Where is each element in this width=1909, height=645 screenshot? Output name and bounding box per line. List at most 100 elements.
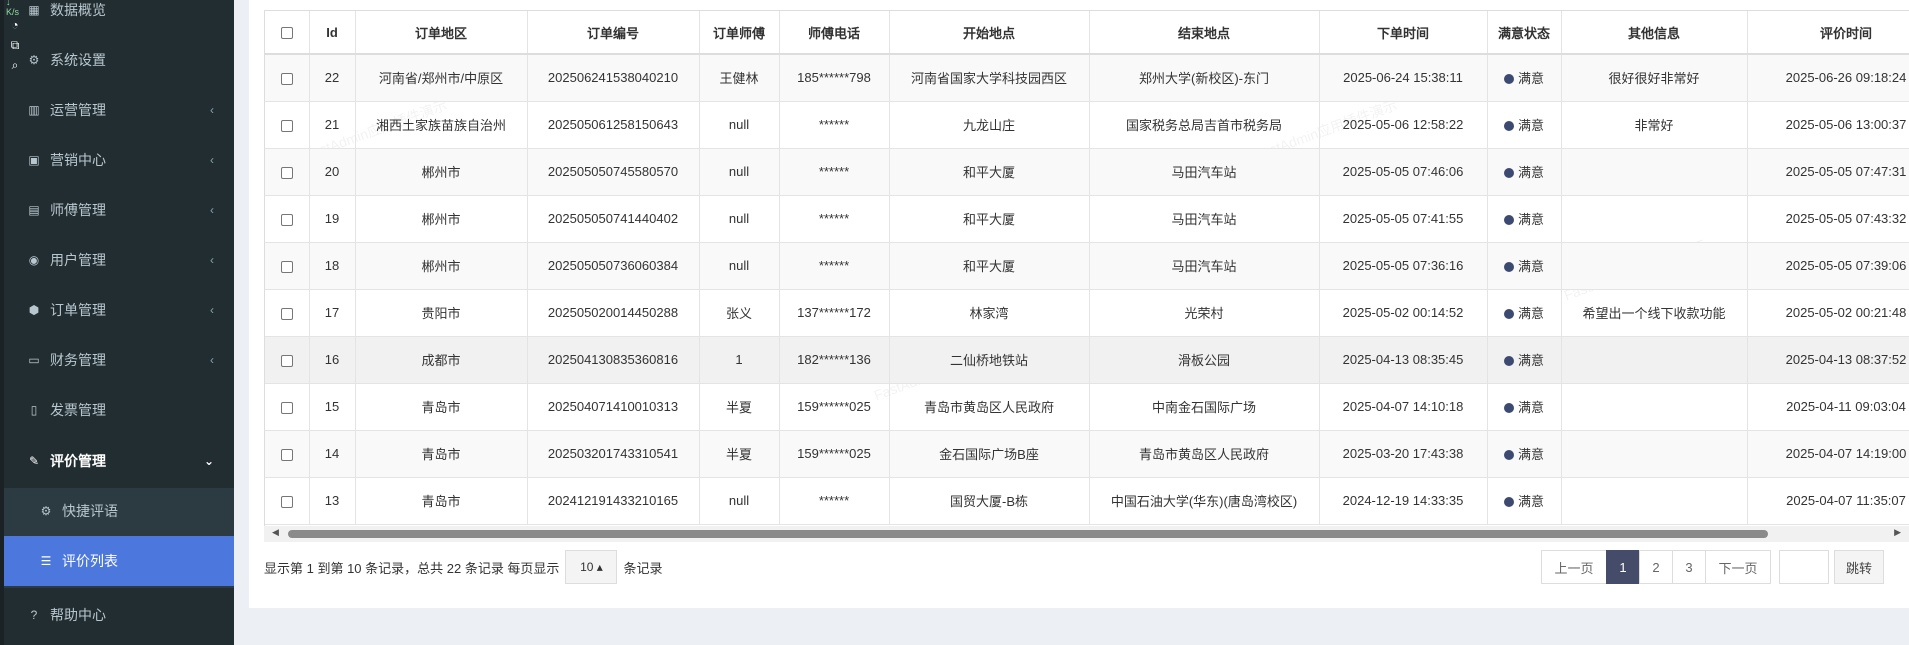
row-checkbox[interactable] [280, 72, 293, 85]
cell-end: 郑州大学(新校区)-东门 [1089, 54, 1320, 102]
cell-text: 郴州市 [421, 212, 461, 227]
prev-page-button[interactable]: 上一页 [1541, 550, 1607, 584]
column-header[interactable]: 下单时间 [1319, 11, 1488, 55]
table-row[interactable]: 16 成都市 202504130835360816 1 182******136 二仙桥地… [265, 336, 1909, 384]
calendar-icon: ▣ [28, 153, 40, 167]
row-checkbox[interactable] [280, 448, 293, 461]
sidebar-item-help[interactable]: ? 帮助中心 [4, 590, 234, 640]
sidebar-item-quick-comments[interactable]: ⚙ 快捷评语 [4, 486, 234, 536]
sidebar-item-finance[interactable]: ▭ 财务管理 ‹ [4, 335, 234, 385]
column-header[interactable]: 满意状态 [1487, 11, 1562, 55]
cell-text: 159******025 [797, 399, 871, 414]
page-size-select[interactable]: 10 ▴ [565, 550, 618, 584]
row-select-cell [265, 383, 310, 431]
cell-region: 成都市 [355, 336, 528, 384]
cell-master: null [699, 477, 780, 525]
cell-master: null [699, 101, 780, 149]
chevron-left-icon: ‹ [210, 253, 214, 267]
cell-text: 和平大厦 [962, 259, 1015, 274]
cell-end: 中国石油大学(华东)(唐岛湾校区) [1089, 477, 1320, 525]
table-body: 22 河南省/郑州市/中原区 202506241538040210 王健林 185***… [265, 54, 1909, 525]
sidebar-item-users[interactable]: ◉ 用户管理 ‹ [4, 235, 234, 285]
row-checkbox[interactable] [280, 307, 293, 320]
cell-region: 郴州市 [355, 195, 528, 243]
cell-text: null [728, 117, 750, 132]
cell-status: 满意 [1487, 242, 1562, 290]
cell-text: 2025-04-11 09:03:04 [1786, 399, 1906, 414]
chevron-left-icon: ‹ [210, 103, 214, 117]
sidebar-item-marketing[interactable]: ▣ 营销中心 ‹ [4, 135, 234, 185]
cell-text: 滑板公园 [1177, 353, 1230, 368]
scroll-right-icon[interactable]: ▶ [1894, 527, 1901, 538]
list-icon: ☰ [40, 554, 52, 568]
table-row[interactable]: 21 湘西土家族苗族自治州 202505061258150643 null ******… [265, 101, 1909, 149]
column-header[interactable]: 师傅电话 [779, 11, 890, 55]
page-button-3[interactable]: 3 [1672, 550, 1706, 584]
cell-region: 青岛市 [355, 477, 528, 525]
row-checkbox[interactable] [280, 166, 293, 179]
cell-status: 满意 [1487, 54, 1562, 102]
jump-page-input[interactable] [1779, 550, 1829, 584]
table-row[interactable]: 22 河南省/郑州市/中原区 202506241538040210 王健林 185***… [265, 54, 1909, 102]
column-header[interactable]: 结束地点 [1089, 11, 1320, 55]
row-checkbox[interactable] [280, 260, 293, 273]
sidebar-item-system-settings[interactable]: ⚙ 系统设置 [4, 35, 234, 85]
cell-text: 林家湾 [969, 306, 1009, 321]
table-row[interactable]: 15 青岛市 202504071410010313 半夏 159******025 青岛市… [265, 383, 1909, 431]
crop-icon[interactable]: ⧉ [6, 36, 24, 54]
table-row[interactable]: 14 青岛市 202503201743310541 半夏 159******025 金石国… [265, 430, 1909, 478]
table-row[interactable]: 13 青岛市 202412191433210165 null ****** 国贸大厦-B栋… [265, 477, 1909, 525]
row-checkbox[interactable] [280, 119, 293, 132]
table-row[interactable]: 20 郴州市 202505050745580570 null ****** 和平大厦 马田汽… [265, 148, 1909, 196]
cell-phone: ****** [779, 148, 890, 196]
table-row[interactable]: 18 郴州市 202505050736060384 null ****** 和平大厦 马田汽… [265, 242, 1909, 290]
cell-text: 非常好 [1634, 118, 1674, 133]
sidebar-item-label: 财务管理 [50, 352, 106, 368]
sidebar-item-masters[interactable]: ▤ 师傅管理 ‹ [4, 185, 234, 235]
next-page-button[interactable]: 下一页 [1705, 550, 1771, 584]
cell-text: 2025-04-13 08:35:45 [1342, 352, 1464, 367]
sidebar-item-review-list[interactable]: ☰ 评价列表 [4, 536, 234, 586]
row-checkbox[interactable] [280, 401, 293, 414]
row-checkbox[interactable] [280, 495, 293, 508]
cell-text: null [728, 258, 750, 273]
row-checkbox[interactable] [280, 354, 293, 367]
table-row[interactable]: 17 贵阳市 202505020014450288 张义 137******172 林家湾… [265, 289, 1909, 337]
sidebar: ▦ 数据概览 ⚙ 系统设置 ▥ 运营管理 ‹ ▣ 营销中心 ‹ ▤ 师傅管理 ‹… [0, 0, 234, 645]
scrollbar-thumb[interactable] [288, 530, 1768, 538]
jump-button[interactable]: 跳转 [1834, 550, 1884, 584]
cell-order-time: 2025-03-20 17:43:38 [1319, 430, 1488, 478]
help-icon: ? [30, 608, 38, 622]
sidebar-item-invoices[interactable]: ▯ 发票管理 [4, 385, 234, 435]
search-icon[interactable]: ⌕ [6, 56, 24, 74]
sidebar-item-operations[interactable]: ▥ 运营管理 ‹ [4, 85, 234, 135]
column-header[interactable]: 评价时间 [1747, 11, 1909, 55]
cell-order-no: 202504130835360816 [527, 336, 700, 384]
select-all-cell [265, 11, 310, 55]
column-header[interactable]: 其他信息 [1561, 11, 1748, 55]
sidebar-item-orders[interactable]: ⬢ 订单管理 ‹ [4, 285, 234, 335]
id-card-icon: ▤ [28, 203, 40, 217]
table-row[interactable]: 19 郴州市 202505050741440402 null ****** 和平大厦 马田汽… [265, 195, 1909, 243]
cell-phone: ****** [779, 195, 890, 243]
horizontal-scrollbar[interactable]: ◀ ▶ [264, 526, 1909, 542]
select-all-checkbox[interactable] [280, 27, 293, 40]
cell-text: null [728, 211, 750, 226]
column-header[interactable]: Id [309, 11, 356, 55]
status-dot-icon [1503, 168, 1514, 178]
page-button-2[interactable]: 2 [1639, 550, 1673, 584]
cell-text: 金石国际广场B座 [939, 447, 1039, 462]
page-button-1[interactable]: 1 [1606, 550, 1640, 584]
column-header[interactable]: 订单编号 [527, 11, 700, 55]
sidebar-item-reviews[interactable]: ✎ 评价管理 ⌄ [4, 436, 234, 486]
cell-text: ****** [818, 211, 850, 226]
sidebar-item-dashboard[interactable]: ▦ 数据概览 [4, 0, 234, 35]
cell-order-no: 202503201743310541 [527, 430, 700, 478]
column-header[interactable]: 订单地区 [355, 11, 528, 55]
logo-icon[interactable]: ◔ [6, 16, 24, 34]
column-header[interactable]: 开始地点 [889, 11, 1090, 55]
cell-phone: ****** [779, 242, 890, 290]
row-checkbox[interactable] [280, 213, 293, 226]
scroll-left-icon[interactable]: ◀ [272, 527, 279, 538]
column-header[interactable]: 订单师傅 [699, 11, 780, 55]
